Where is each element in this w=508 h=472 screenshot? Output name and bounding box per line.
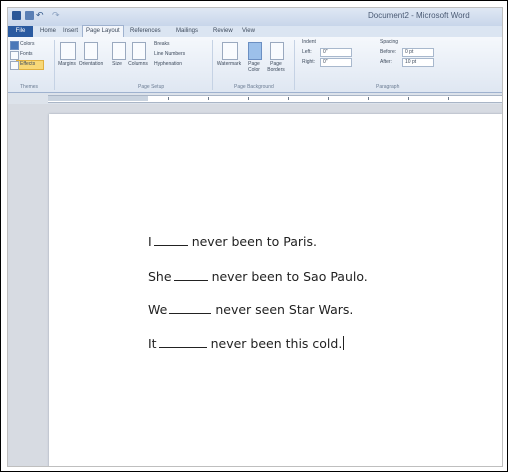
columns-button[interactable]: Columns [125,61,151,67]
save-icon[interactable] [25,11,34,20]
sentence-line: Inever been to Paris. [148,234,317,249]
group-separator [294,40,295,90]
tab-file[interactable]: File [8,26,33,37]
spacing-before-label: Before: [380,49,397,55]
fonts-button[interactable]: Fonts [20,51,33,57]
size-button[interactable]: Size [107,61,127,67]
sentence-rest: never seen Star Wars. [215,302,354,317]
group-label-page-setup: Page Setup [138,84,165,90]
margins-button[interactable]: Margins [56,61,78,67]
group-label-paragraph: Paragraph [376,84,400,90]
text-cursor [343,336,345,350]
orientation-button[interactable]: Orientation [76,61,106,67]
watermark-button[interactable]: Watermark [214,61,244,67]
line-numbers-button[interactable]: Line Numbers [154,51,185,57]
effects-button[interactable]: Effects [20,61,35,67]
fonts-icon [10,51,19,60]
spacing-heading: Spacing [380,39,399,45]
answer-blank [158,337,207,348]
columns-icon [132,42,146,60]
word-app-icon[interactable] [12,11,21,20]
document-page[interactable]: Inever been to Paris. She never been to S… [49,114,502,466]
indent-left-field[interactable]: 0" [320,48,352,57]
ruler-tick [448,97,449,100]
sentence-rest: never been to Sao Paulo. [211,269,368,284]
ruler-tick [328,97,329,100]
document-area: Inever been to Paris. She never been to S… [8,104,502,466]
horizontal-ruler[interactable] [8,93,502,104]
ruler-tick [248,97,249,100]
page-color-button[interactable]: Page Color [244,61,264,73]
indent-left-label: Left: [302,49,312,55]
size-icon [112,42,126,60]
group-separator [54,40,55,90]
hyphenation-button[interactable]: Hyphenation [154,61,182,67]
ribbon-tabs: File Home Insert Page Layout References … [8,25,502,38]
window-title: Document2 - Microsoft Word [368,11,470,20]
effects-icon [10,61,19,70]
title-bar: ↶ ↷ Document2 - Microsoft Word [8,8,502,26]
sentence-subject: I [148,234,152,249]
watermark-icon [222,42,238,60]
sentence-subject: We [148,302,168,317]
page-color-icon [248,42,262,60]
sentence-rest: never been to Paris. [191,234,317,249]
sentence-line: We never seen Star Wars. [148,302,353,317]
answer-blank [153,235,188,246]
tab-review[interactable]: Review [213,26,233,37]
spacing-after-field[interactable]: 10 pt [402,58,434,67]
sentence-rest: never been this cold. [210,336,343,351]
orientation-icon [84,42,98,60]
screenshot-frame: ↶ ↷ Document2 - Microsoft Word File Home… [0,0,508,472]
sentence-subject: She [148,269,172,284]
tab-mailings[interactable]: Mailings [176,26,198,37]
word-window: ↶ ↷ Document2 - Microsoft Word File Home… [7,7,503,467]
ribbon: Colors Fonts Effects Themes Margins Orie… [8,37,502,93]
answer-blank [169,303,212,314]
tab-insert[interactable]: Insert [63,26,78,37]
group-label-page-background: Page Background [234,84,274,90]
colors-icon [10,41,19,50]
ruler-tick [168,97,169,100]
ruler-tick [208,97,209,100]
group-label-themes: Themes [20,84,39,90]
sentence-line: It never been this cold. [148,336,345,351]
tab-home[interactable]: Home [40,26,56,37]
colors-button[interactable]: Colors [20,41,34,47]
undo-icon[interactable]: ↶ [36,11,46,21]
indent-heading: Indent [302,39,316,45]
ruler-left-margin [48,96,148,101]
group-separator [212,40,213,90]
tab-view[interactable]: View [242,26,255,37]
spacing-before-field[interactable]: 0 pt [402,48,434,57]
spacing-after-label: After: [380,59,392,65]
breaks-button[interactable]: Breaks [154,41,170,47]
redo-icon[interactable]: ↷ [52,11,62,21]
ruler-tick [368,97,369,100]
indent-right-label: Right: [302,59,316,65]
answer-blank [173,270,208,281]
ruler-tick [408,97,409,100]
page-borders-icon [270,42,284,60]
sentence-line: She never been to Sao Paulo. [148,269,368,284]
ruler-tick [288,97,289,100]
margins-icon [60,42,76,60]
tab-references[interactable]: References [130,26,161,37]
sentence-subject: It [148,336,157,351]
page-borders-button[interactable]: Page Borders [265,61,287,73]
indent-right-field[interactable]: 0" [320,58,352,67]
